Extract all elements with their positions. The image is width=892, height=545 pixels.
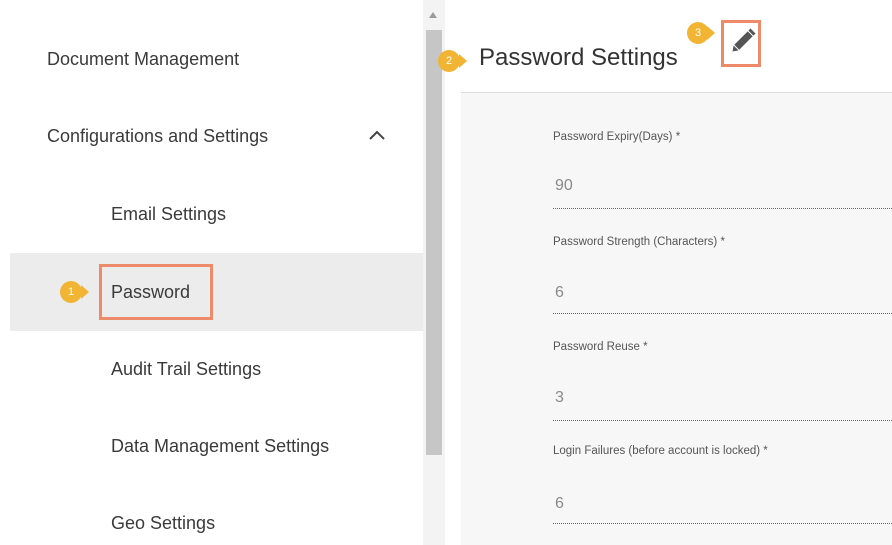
pencil-icon [732, 28, 756, 52]
callout-badge-3: 3 [687, 22, 709, 44]
sidebar: Document Management Configurations and S… [0, 0, 423, 545]
sidebar-item-email-settings[interactable]: Email Settings [111, 204, 226, 225]
sidebar-item-geo-settings[interactable]: Geo Settings [111, 513, 215, 534]
password-expiry-underline [553, 208, 892, 209]
sidebar-item-data-management-settings[interactable]: Data Management Settings [111, 436, 329, 457]
sidebar-item-password[interactable]: Password [111, 282, 190, 303]
password-strength-input[interactable]: 6 [555, 284, 564, 302]
callout-pointer-1 [81, 285, 89, 299]
callout-badge-1: 1 [60, 281, 82, 303]
password-strength-underline [553, 313, 892, 314]
sidebar-item-audit-trail-settings[interactable]: Audit Trail Settings [111, 359, 261, 380]
password-settings-form [461, 93, 892, 545]
login-failures-underline [553, 523, 892, 524]
login-failures-label: Login Failures (before account is locked… [553, 445, 768, 457]
callout-badge-2: 2 [438, 50, 460, 72]
sidebar-scrollbar[interactable] [423, 0, 445, 545]
scrollbar-thumb[interactable] [426, 30, 442, 455]
login-failures-input[interactable]: 6 [555, 495, 564, 513]
edit-button[interactable] [721, 20, 761, 67]
password-reuse-input[interactable]: 3 [555, 389, 564, 407]
password-reuse-label: Password Reuse * [553, 341, 648, 353]
callout-pointer-3 [707, 26, 715, 40]
password-expiry-label: Password Expiry(Days) * [553, 131, 681, 143]
password-reuse-underline [553, 420, 892, 421]
callout-pointer-2 [459, 54, 467, 68]
sidebar-item-configurations-and-settings[interactable]: Configurations and Settings [47, 126, 268, 147]
scroll-up-arrow-icon[interactable] [429, 12, 437, 18]
password-expiry-input[interactable]: 90 [555, 177, 573, 195]
sidebar-item-document-management[interactable]: Document Management [47, 49, 239, 70]
password-strength-label: Password Strength (Characters) * [553, 236, 725, 248]
chevron-up-icon[interactable] [368, 128, 386, 142]
page-title: Password Settings [479, 44, 678, 71]
